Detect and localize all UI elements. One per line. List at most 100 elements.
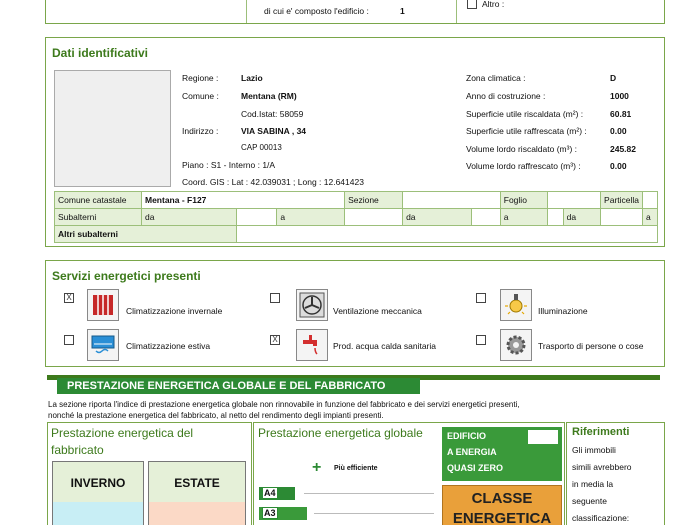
- indirizzo-value: VIA SABINA , 34: [241, 126, 307, 136]
- catasto-row-subalterni: Subalterni da a da a da a: [54, 208, 658, 226]
- classe-label-1: CLASSE: [471, 490, 533, 507]
- clima-estiva-label: Climatizzazione estiva: [126, 341, 211, 351]
- fan-icon: [296, 289, 328, 321]
- altri-subalterni-label: Altri subalterni: [54, 225, 237, 243]
- gear-icon: [500, 329, 532, 361]
- sub-a-1-value: [344, 208, 404, 226]
- illuminazione-label: Illuminazione: [538, 306, 588, 316]
- classe-label-2: ENERGETICA: [452, 510, 552, 525]
- clima-invernale-checkbox[interactable]: X: [64, 293, 74, 303]
- catasto-table: Comune catastale Mentana - F127 Sezione …: [54, 191, 659, 243]
- estate-label: ESTATE: [174, 476, 220, 490]
- class-a3-label: A3: [262, 507, 278, 519]
- zona-label: Zona climatica :: [466, 73, 526, 83]
- regione-label: Regione :: [182, 73, 219, 83]
- sur-risc-value: 60.81: [610, 109, 632, 119]
- sub-a-3: a: [642, 208, 658, 226]
- composed-label: di cui e' composto l'edificio :: [264, 6, 369, 16]
- riferimenti-line-2: simili avrebbero: [572, 462, 632, 472]
- sub-da-2: da: [402, 208, 472, 226]
- class-a3-band: A3: [259, 507, 307, 520]
- class-a3-line: [314, 513, 434, 514]
- comune-catastale-value: Mentana - F127: [140, 191, 346, 209]
- indirizzo-label: Indirizzo :: [182, 126, 219, 136]
- cap-value: CAP 00013: [241, 143, 282, 152]
- sub-da-3: da: [562, 208, 602, 226]
- servizi-panel: Servizi energetici presenti X Climatizza…: [45, 260, 665, 367]
- sub-a-1: a: [276, 208, 346, 226]
- prestazione-desc-2: nonché la prestazione energetica del fab…: [48, 411, 384, 420]
- top-divider: [246, 0, 247, 23]
- riferimenti-title: Riferimenti: [572, 426, 630, 438]
- nzeb-white-box: [528, 430, 558, 444]
- catasto-row-comune: Comune catastale Mentana - F127 Sezione …: [54, 191, 658, 209]
- sub-da-1: da: [141, 208, 237, 226]
- composed-value: 1: [400, 6, 405, 16]
- sub-da-3-value: [600, 208, 644, 226]
- trasporto-checkbox[interactable]: [476, 335, 486, 345]
- sezione-value: [402, 191, 501, 209]
- altri-subalterni-value: [235, 225, 659, 243]
- tap-icon: [296, 329, 328, 361]
- zona-value: D: [610, 73, 617, 83]
- particella-label: Particella: [600, 191, 644, 209]
- class-a4-line: [304, 493, 434, 494]
- estate-fill: [149, 502, 245, 525]
- regione-value: Lazio: [241, 73, 263, 83]
- vol-raff-value: 0.00: [610, 161, 627, 171]
- piu-efficiente-label: Più efficiente: [334, 465, 378, 472]
- fabbricato-panel: Prestazione energetica del fabbricato IN…: [47, 422, 252, 525]
- building-photo: [54, 70, 171, 187]
- sub-a-2: a: [499, 208, 548, 226]
- trasporto-label: Trasporto di persone o cose: [538, 341, 644, 351]
- subalterni-label: Subalterni: [54, 208, 142, 226]
- istat-code: Cod.Istat: 58059: [241, 109, 304, 119]
- sezione-label: Sezione: [344, 191, 404, 209]
- sur-raff-value: 0.00: [610, 126, 627, 136]
- altro-label: Altro :: [482, 0, 505, 9]
- sur-raff-label: Superficie utile raffrescata (m²) :: [466, 126, 587, 136]
- acqua-calda-checkbox[interactable]: X: [270, 335, 280, 345]
- comune-label: Comune :: [182, 91, 219, 101]
- nzeb-line-3: QUASI ZERO: [447, 463, 504, 473]
- vol-risc-value: 245.82: [610, 144, 636, 154]
- prestazione-header: PRESTAZIONE ENERGETICA GLOBALE E DEL FAB…: [57, 378, 420, 394]
- dati-identificativi-panel: Dati identificativi Regione : Lazio Comu…: [45, 37, 665, 247]
- ventilazione-checkbox[interactable]: [270, 293, 280, 303]
- altro-checkbox[interactable]: [467, 0, 477, 9]
- globale-panel: Prestazione energetica globale + Più eff…: [253, 422, 565, 525]
- fabbricato-title-2: fabbricato: [51, 443, 104, 457]
- classe-energetica-box: CLASSE ENERGETICA: [442, 485, 562, 525]
- riferimenti-line-5: classificazione:: [572, 513, 630, 523]
- riferimenti-line-4: seguente: [572, 496, 607, 506]
- clima-estiva-checkbox[interactable]: [64, 335, 74, 345]
- nzeb-line-1: EDIFICIO: [447, 431, 487, 441]
- vol-risc-label: Volume lordo riscaldato (m³) :: [466, 144, 578, 154]
- sur-risc-label: Superficie utile riscaldata (m²) :: [466, 109, 584, 119]
- riferimenti-line-3: in media la: [572, 479, 614, 489]
- nzeb-line-2: A ENERGIA: [447, 447, 497, 457]
- top-divider-2: [456, 0, 457, 23]
- air-conditioner-icon: [87, 329, 119, 361]
- nzeb-box: EDIFICIO A ENERGIA QUASI ZERO: [442, 427, 562, 481]
- vol-raff-label: Volume lordo raffrescato (m³) :: [466, 161, 581, 171]
- class-a4-label: A4: [262, 487, 278, 499]
- inverno-box: INVERNO: [52, 461, 144, 525]
- inverno-label: INVERNO: [70, 476, 126, 490]
- foglio-value: [546, 191, 602, 209]
- riferimenti-line-1: Gli immobili: [572, 445, 616, 455]
- comune-catastale-label: Comune catastale: [54, 191, 142, 209]
- inverno-fill: [53, 502, 143, 525]
- particella-value: [642, 191, 658, 209]
- prestazione-header-title: PRESTAZIONE ENERGETICA GLOBALE E DEL FAB…: [67, 380, 386, 392]
- anno-value: 1000: [610, 91, 629, 101]
- sub-a-2-value: [546, 208, 564, 226]
- acqua-calda-label: Prod. acqua calda sanitaria: [333, 341, 437, 351]
- clima-invernale-label: Climatizzazione invernale: [126, 306, 223, 316]
- illuminazione-checkbox[interactable]: [476, 293, 486, 303]
- top-strip: di cui e' composto l'edificio : 1 Altro …: [45, 0, 665, 24]
- piano-value: Piano : S1 - Interno : 1/A: [182, 160, 276, 170]
- prestazione-desc-1: La sezione riporta l'indice di prestazio…: [48, 400, 520, 409]
- lightbulb-icon: [500, 289, 532, 321]
- servizi-title: Servizi energetici presenti: [52, 269, 201, 283]
